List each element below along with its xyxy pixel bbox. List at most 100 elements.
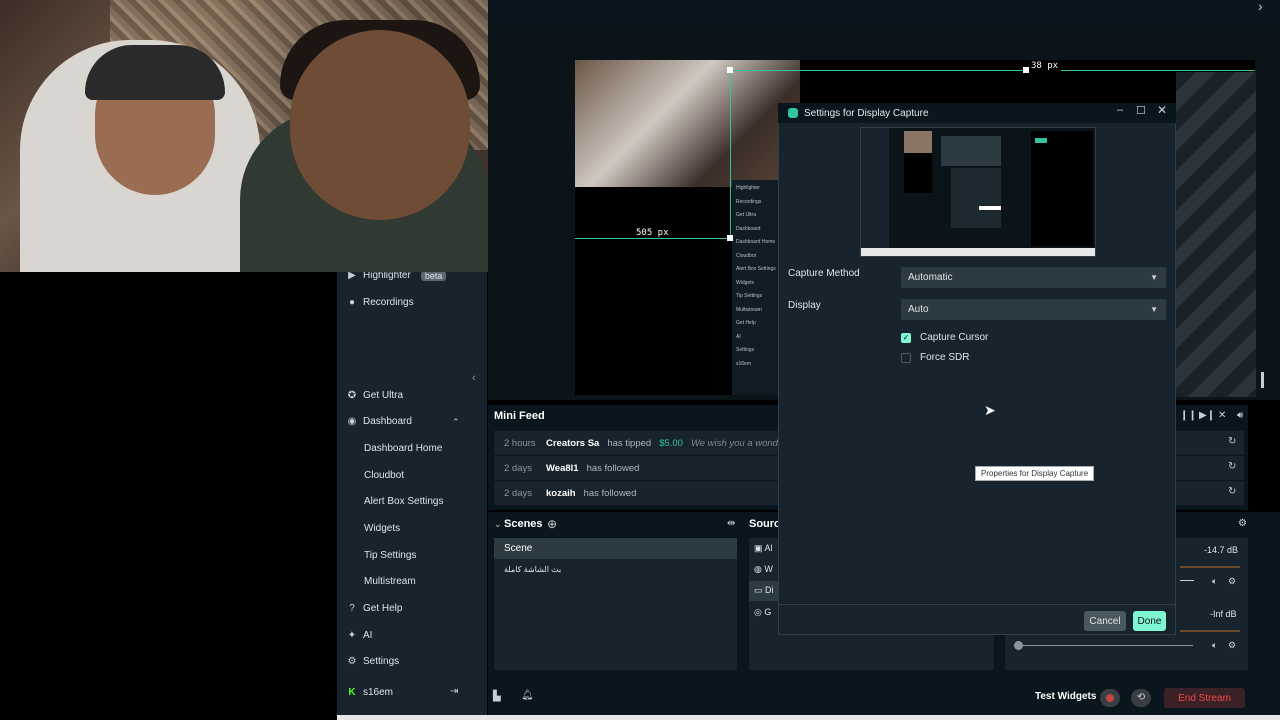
canvas-mini-sidebar-item: Highlighter <box>736 185 760 191</box>
mouse-cursor: ➤ <box>984 402 996 418</box>
resize-handle[interactable] <box>1023 67 1029 73</box>
canvas-mini-sidebar-item: s16em <box>736 360 752 367</box>
sidebar: ▶ Highlighter beta ● Recordings ‹ ✪ Get … <box>337 270 487 715</box>
replay-buffer-icon[interactable]: ⟲ <box>1131 689 1151 707</box>
record-icon: ● <box>348 297 356 308</box>
sidebar-item-multistream[interactable]: Multistream <box>364 576 416 587</box>
force-sdr-checkbox[interactable] <box>901 353 911 363</box>
source-item[interactable]: ◎ G <box>754 607 771 618</box>
capture-preview <box>860 127 1096 257</box>
gear-icon: ⚙ <box>347 656 357 667</box>
chevron-down-icon: ▼ <box>1150 273 1158 282</box>
capture-method-select[interactable]: Automatic ▼ <box>901 267 1166 288</box>
chevron-up-icon[interactable]: ⌃ <box>452 417 460 428</box>
end-stream-button[interactable]: End Stream <box>1164 688 1245 708</box>
width-measure-label: 505 px <box>633 228 672 238</box>
empty-area <box>0 272 337 720</box>
sidebar-item-alert-box-settings[interactable]: Alert Box Settings <box>364 496 443 507</box>
dashboard-icon: ◉ <box>347 416 357 427</box>
canvas-mini-sidebar-item: Recordings <box>736 198 762 205</box>
done-button[interactable]: Done <box>1133 611 1166 631</box>
dialog-title: Settings for Display Capture <box>804 107 929 119</box>
refresh-icon[interactable]: ↻ <box>1228 436 1236 447</box>
pause-icon[interactable]: ❙❙ <box>1180 410 1197 421</box>
bell-icon[interactable]: 🔔︎ <box>521 690 534 701</box>
canvas-mini-sidebar-item: Dashboard Home <box>736 239 776 245</box>
stats-icon[interactable]: ▙ <box>493 691 501 702</box>
scene-item-selected[interactable]: Scene <box>494 538 737 559</box>
bottom-bar <box>488 685 1280 715</box>
capture-cursor-label: Capture Cursor <box>920 332 989 343</box>
chevron-down-icon[interactable]: ⌄ <box>494 519 502 530</box>
gear-icon[interactable]: ⚙ <box>1228 640 1236 651</box>
resize-handle[interactable] <box>727 235 733 241</box>
canvas-mini-sidebar-item: Dashboard <box>736 225 761 232</box>
speaker-icon[interactable]: 🔈︎ <box>1212 576 1217 587</box>
volume-meter <box>1180 630 1240 632</box>
add-icon[interactable]: ⊕ <box>547 517 557 531</box>
gear-icon[interactable]: ⚙ <box>1228 576 1236 587</box>
slider-thumb[interactable] <box>1014 641 1023 650</box>
beta-badge: beta <box>420 270 447 281</box>
display-label: Display <box>788 300 821 311</box>
canvas-mini-sidebar-item: Alert Box Settings <box>736 266 776 272</box>
sidebar-item-cloudbot[interactable]: Cloudbot <box>364 470 404 481</box>
maximize-icon[interactable]: ☐ <box>1136 104 1146 117</box>
canvas-mini-sidebar-item: Widgets <box>736 279 755 286</box>
top-measure-label: 38 px <box>1028 61 1062 71</box>
volume-slider[interactable] <box>1180 580 1194 581</box>
display-select[interactable]: Auto ▼ <box>901 299 1166 320</box>
transition-icon[interactable]: ⇹ <box>727 518 735 529</box>
source-item[interactable]: ◍ W <box>754 564 773 575</box>
sidebar-item-get-help[interactable]: ? Get Help <box>347 603 402 614</box>
mini-feed-title: Mini Feed <box>494 410 545 422</box>
force-sdr-label: Force SDR <box>920 352 970 363</box>
sidebar-user[interactable]: K s16em <box>347 687 393 698</box>
sidebar-item-recordings[interactable]: ● Recordings <box>347 297 414 308</box>
resize-handle[interactable] <box>727 67 733 73</box>
speaker-icon[interactable]: 🔊︎ <box>1237 410 1243 421</box>
cancel-button[interactable]: Cancel <box>1084 611 1126 631</box>
record-button[interactable] <box>1100 689 1120 707</box>
sidebar-item-settings[interactable]: ⚙ Settings <box>347 656 400 667</box>
canvas-webcam-source[interactable] <box>575 60 800 187</box>
speaker-icon[interactable]: 🔈︎ <box>1212 640 1217 651</box>
dialog-divider <box>778 604 1176 605</box>
expand-icon[interactable]: › <box>1258 0 1263 14</box>
gear-icon[interactable]: ⚙ <box>1238 518 1247 529</box>
sidebar-item-widgets[interactable]: Widgets <box>364 523 400 534</box>
minimize-icon[interactable]: – <box>1117 104 1123 116</box>
canvas-out-of-bounds <box>1176 72 1256 397</box>
sidebar-item-tip-settings[interactable]: Tip Settings <box>364 550 416 561</box>
close-icon[interactable]: ✕ <box>1157 103 1167 117</box>
canvas-display-capture: Highlighter Recordings Get Ultra Dashboard D… <box>732 180 778 395</box>
sidebar-item-get-ultra[interactable]: ✪ Get Ultra <box>347 390 403 401</box>
ultra-icon: ✪ <box>347 390 357 401</box>
test-widgets-button[interactable]: Test Widgets <box>1035 691 1096 702</box>
scenes-title: Scenes <box>504 518 543 530</box>
sidebar-item-ai[interactable]: ✦ AI <box>347 630 373 641</box>
sources-title: Sourc <box>749 518 781 530</box>
scrollbar[interactable] <box>1261 372 1264 388</box>
collapse-icon[interactable]: ‹ <box>472 372 476 384</box>
volume-meter <box>1180 566 1240 568</box>
source-item[interactable]: ▣ Al <box>754 543 773 554</box>
app-icon <box>788 108 798 118</box>
volume-slider[interactable] <box>1018 645 1193 646</box>
refresh-icon[interactable]: ↻ <box>1228 461 1236 472</box>
tooltip: Properties for Display Capture <box>975 466 1095 481</box>
refresh-icon[interactable]: ↻ <box>1228 486 1236 497</box>
capture-method-label: Capture Method <box>788 268 860 279</box>
sidebar-item-dashboard[interactable]: ◉ Dashboard <box>347 416 412 427</box>
scene-item[interactable]: بث الشاشة كاملة <box>504 565 561 574</box>
logout-icon[interactable]: ⇥ <box>450 686 458 697</box>
mute-alerts-icon[interactable]: ✕ <box>1218 410 1226 421</box>
capture-cursor-checkbox[interactable]: ✓ <box>901 333 911 343</box>
source-item[interactable]: ▭ Di <box>754 585 774 596</box>
kick-icon: K <box>348 687 356 698</box>
skip-icon[interactable]: ▶❙ <box>1199 410 1215 421</box>
canvas-mini-sidebar-item: AI <box>736 333 741 340</box>
canvas-mini-sidebar-item: Get Help <box>736 320 756 326</box>
sidebar-item-dashboard-home[interactable]: Dashboard Home <box>364 443 442 454</box>
help-icon: ? <box>349 603 355 614</box>
